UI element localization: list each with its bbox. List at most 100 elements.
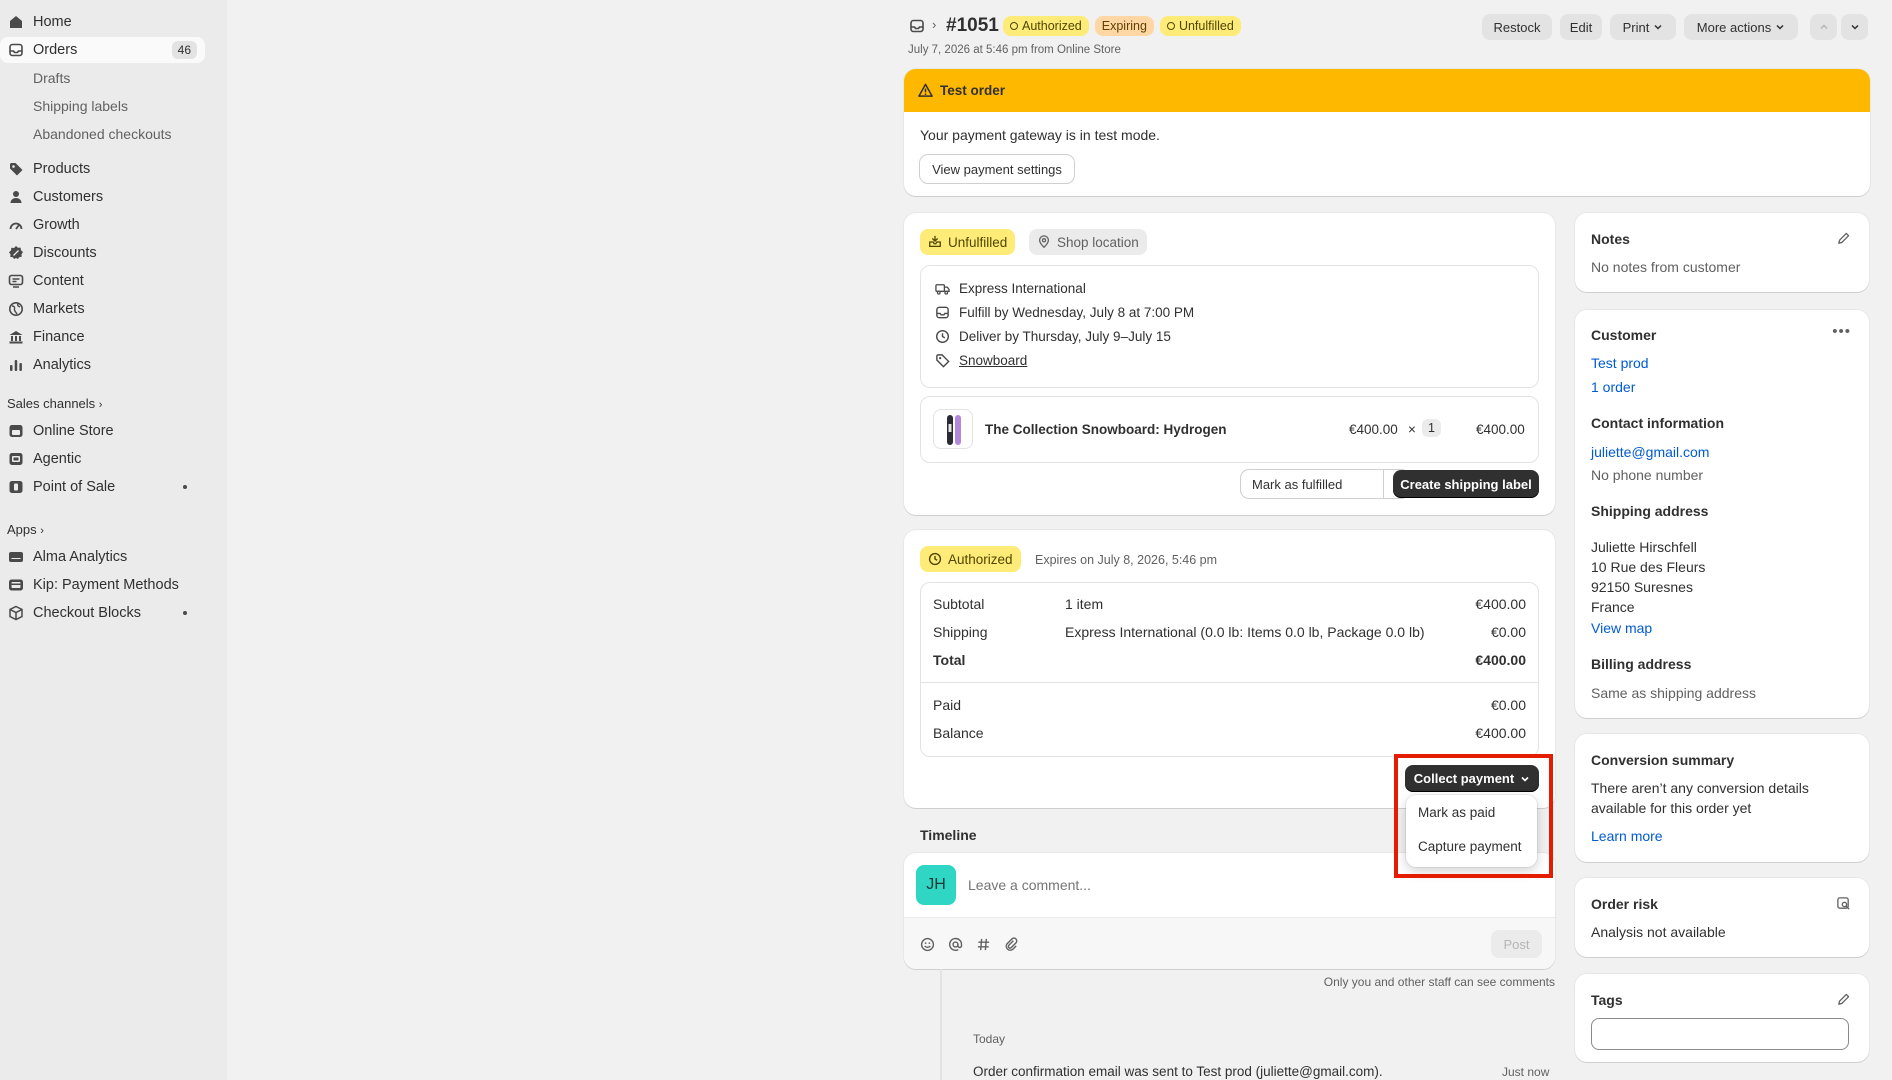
conversion-summary-text: There aren’t any conversion details: [1591, 780, 1809, 796]
sidebar-item-checkout-blocks[interactable]: Checkout Blocks: [0, 600, 205, 626]
more-options-icon[interactable]: •••: [1832, 323, 1851, 340]
subtotal-label: Subtotal: [933, 596, 985, 612]
attachment-icon[interactable]: [1004, 937, 1019, 952]
test-order-banner: Test order Your payment gateway is in te…: [904, 69, 1870, 196]
total-label: Total: [933, 652, 966, 668]
truck-icon: [935, 281, 950, 296]
orders-breadcrumb-icon[interactable]: [909, 18, 925, 34]
sidebar-item-label: Agentic: [33, 451, 82, 467]
hashtag-icon[interactable]: [976, 937, 991, 952]
shipping-description: Express International (0.0 lb: Items 0.0…: [1065, 624, 1425, 640]
agentic-icon: [8, 451, 24, 467]
shipping-value: €0.00: [1490, 624, 1526, 640]
sidebar: Home Orders 46 Drafts Shipping labels Ab…: [0, 0, 227, 1080]
globe-icon: [8, 301, 24, 317]
view-payment-settings-button[interactable]: View payment settings: [920, 155, 1074, 183]
product-thumbnail[interactable]: [933, 409, 973, 449]
divider: [921, 682, 1538, 683]
timeline-title: Timeline: [920, 827, 977, 843]
address-line: France: [1591, 599, 1635, 615]
customer-email-link[interactable]: juliette@gmail.com: [1591, 444, 1709, 460]
mark-as-fulfilled-button[interactable]: Mark as fulfilled: [1241, 470, 1384, 498]
more-actions-button[interactable]: More actions: [1684, 14, 1798, 40]
page-title: #1051: [946, 15, 999, 36]
quantity-badge: 1: [1422, 419, 1441, 437]
chevron-right-icon: ›: [40, 525, 44, 537]
mention-icon[interactable]: [948, 937, 963, 952]
notes-card: Notes No notes from customer: [1575, 213, 1869, 292]
sidebar-item-markets[interactable]: Markets: [0, 296, 205, 322]
order-risk-text: Analysis not available: [1591, 924, 1726, 940]
contact-information-title: Contact information: [1591, 415, 1724, 431]
sidebar-item-customers[interactable]: Customers: [0, 184, 205, 210]
total-value: €400.00: [1475, 652, 1526, 668]
sales-channels-heading[interactable]: Sales channels ›: [7, 396, 102, 411]
highlight-box: [1394, 754, 1553, 878]
balance-label: Balance: [933, 725, 984, 741]
staff-visibility-note: Only you and other staff can see comment…: [1323, 975, 1555, 989]
sidebar-item-alma-analytics[interactable]: Alma Analytics: [0, 544, 205, 570]
circle-icon: [1166, 22, 1175, 30]
sidebar-item-point-of-sale[interactable]: Point of Sale: [0, 474, 205, 500]
sidebar-item-abandoned-checkouts[interactable]: Abandoned checkouts: [33, 126, 172, 142]
product-name-link[interactable]: The Collection Snowboard: Hydrogen: [985, 422, 1227, 437]
customer-orders-link[interactable]: 1 order: [1591, 379, 1635, 395]
tags-input[interactable]: [1591, 1018, 1849, 1050]
customer-name-link[interactable]: Test prod: [1591, 355, 1649, 371]
times-symbol: ×: [1408, 422, 1416, 437]
person-icon: [8, 189, 24, 205]
sidebar-item-shipping-labels[interactable]: Shipping labels: [33, 98, 128, 114]
status-badges: Authorized Expiring Unfulfilled: [1003, 16, 1241, 36]
print-button[interactable]: Print: [1610, 14, 1676, 40]
sidebar-item-growth[interactable]: Growth: [0, 212, 205, 238]
orders-count-badge: 46: [171, 41, 197, 59]
next-order-button[interactable]: [1841, 14, 1868, 40]
learn-more-link[interactable]: Learn more: [1591, 828, 1663, 844]
tag-icon: [8, 161, 24, 177]
sidebar-item-home[interactable]: Home: [0, 9, 205, 35]
sidebar-item-finance[interactable]: Finance: [0, 324, 205, 350]
sidebar-item-orders[interactable]: Orders 46: [0, 37, 205, 63]
expiring-badge: Expiring: [1094, 16, 1154, 36]
timeline-event: Order confirmation email was sent to Tes…: [973, 1064, 1383, 1079]
product-type-link[interactable]: Snowboard: [959, 353, 1027, 368]
bar-chart-icon: [8, 357, 24, 373]
paid-label: Paid: [933, 697, 962, 713]
previous-order-button[interactable]: [1810, 14, 1837, 40]
location-pin-icon: [1037, 235, 1051, 249]
sidebar-item-products[interactable]: Products: [0, 156, 205, 182]
comment-toolbar: Post: [904, 917, 1555, 969]
sidebar-item-label: Analytics: [33, 357, 92, 373]
sidebar-item-online-store[interactable]: Online Store: [0, 418, 205, 444]
sidebar-item-content[interactable]: Content: [0, 268, 205, 294]
post-button[interactable]: Post: [1491, 930, 1542, 958]
chevron-right-icon: ›: [932, 17, 937, 32]
fulfillment-card: Unfulfilled Shop location Express Intern…: [904, 213, 1555, 515]
status-dot: [183, 611, 187, 615]
chevron-down-icon: [1653, 22, 1663, 32]
address-line: Juliette Hirschfell: [1591, 539, 1697, 555]
create-shipping-label-button[interactable]: Create shipping label: [1393, 470, 1539, 498]
unfulfilled-icon: [928, 235, 942, 249]
shipping-address-title: Shipping address: [1591, 503, 1709, 519]
sidebar-item-agentic[interactable]: Agentic: [0, 446, 205, 472]
sidebar-item-analytics[interactable]: Analytics: [0, 352, 205, 378]
kip-app-icon: [8, 577, 24, 593]
restock-button[interactable]: Restock: [1482, 14, 1552, 40]
edit-button[interactable]: Edit: [1560, 14, 1602, 40]
emoji-icon[interactable]: [920, 937, 935, 952]
sidebar-item-drafts[interactable]: Drafts: [33, 70, 70, 86]
sidebar-item-kip-payment-methods[interactable]: Kip: Payment Methods: [0, 572, 205, 598]
tags-card: Tags: [1575, 974, 1869, 1062]
snowboard-image: [947, 415, 961, 445]
edit-pencil-icon[interactable]: [1836, 231, 1851, 246]
apps-heading[interactable]: Apps ›: [7, 522, 44, 537]
inbox-icon: [8, 42, 24, 58]
risk-analysis-icon[interactable]: [1836, 896, 1851, 911]
billing-address-text: Same as shipping address: [1591, 685, 1756, 701]
view-map-link[interactable]: View map: [1591, 620, 1652, 636]
notes-title: Notes: [1591, 231, 1630, 247]
edit-pencil-icon[interactable]: [1836, 992, 1851, 1007]
sidebar-item-discounts[interactable]: Discounts: [0, 240, 205, 266]
authorization-expiry: Expires on July 8, 2026, 5:46 pm: [1035, 553, 1218, 567]
